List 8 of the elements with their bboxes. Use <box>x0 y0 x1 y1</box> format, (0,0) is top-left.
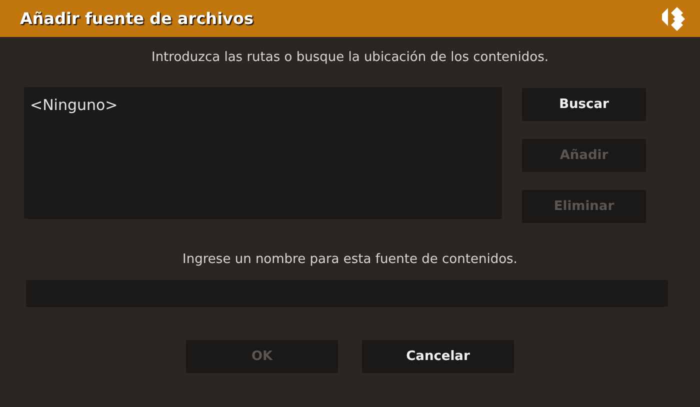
instruction-text: Ingrese un nombre para esta fuente de contenidos. <box>182 252 518 267</box>
window-title: Añadir fuente de archivos <box>20 9 254 28</box>
dialog-button[interactable]: Cancelar <box>362 340 514 373</box>
path-list[interactable]: <Ninguno> <box>24 87 502 219</box>
action-button[interactable]: Buscar <box>522 88 646 121</box>
path-item[interactable]: <Ninguno> <box>30 96 496 114</box>
instruction-text: Introduzca las rutas o busque la ubicación de los contenidos. <box>150 50 550 65</box>
logo-icon <box>660 6 686 32</box>
